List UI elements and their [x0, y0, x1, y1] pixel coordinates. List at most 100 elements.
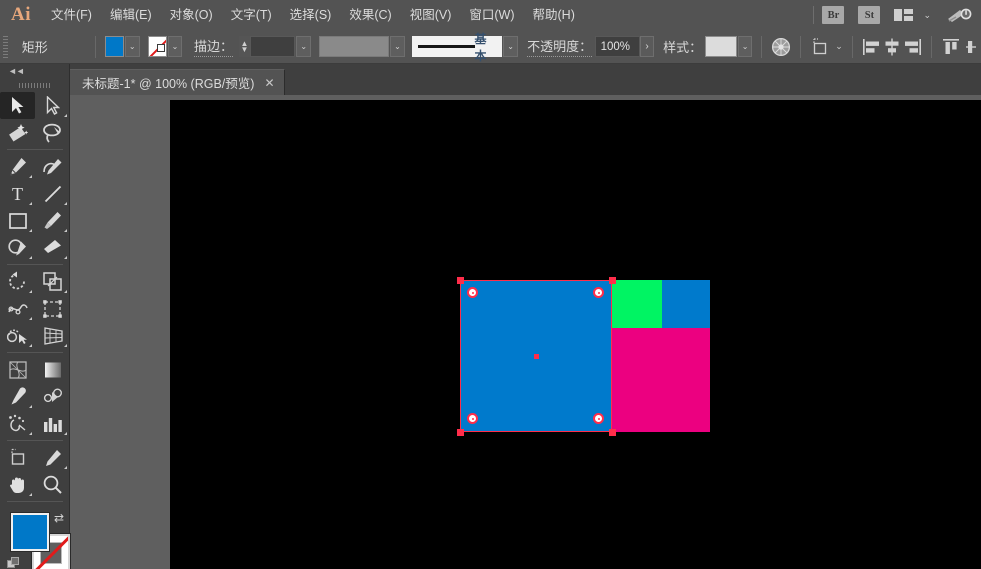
selected-object-type: 矩形 — [22, 37, 48, 56]
divider — [931, 36, 932, 58]
paintbrush-tool[interactable] — [35, 207, 70, 234]
menu-help[interactable]: 帮助(H) — [524, 0, 584, 30]
slice-tool[interactable] — [35, 444, 70, 471]
artboard-tool[interactable] — [0, 444, 35, 471]
menu-object[interactable]: 对象(O) — [161, 0, 222, 30]
rect-magenta[interactable] — [612, 328, 710, 432]
rect-blue-small[interactable] — [662, 280, 710, 328]
divider — [7, 264, 63, 265]
menu-type[interactable]: 文字(T) — [222, 0, 281, 30]
shape-builder-tool[interactable] — [0, 322, 35, 349]
transform-chevron-down-icon[interactable]: ⌄ — [835, 41, 843, 52]
stroke-weight-chevron-down-icon[interactable]: ⌄ — [296, 36, 311, 57]
stroke-weight-stepper[interactable]: ▲▼ — [239, 36, 250, 57]
direct-selection-tool[interactable] — [35, 92, 70, 119]
tools-panel-grip[interactable] — [0, 78, 69, 92]
rotate-tool[interactable] — [0, 268, 35, 295]
mesh-tool[interactable] — [0, 356, 35, 383]
zoom-tool[interactable] — [35, 471, 70, 498]
stroke-weight-input[interactable] — [250, 36, 296, 57]
tools-panel-collapse-button[interactable]: ◄◄ — [0, 64, 69, 78]
symbol-sprayer-tool[interactable] — [0, 410, 35, 437]
align-left-icon[interactable] — [862, 35, 882, 59]
stroke-profile-chevron-down-icon[interactable]: ⌄ — [503, 36, 518, 57]
tools-grid: T — [0, 92, 70, 505]
blend-tool[interactable] — [35, 383, 70, 410]
opacity-input[interactable]: 100% — [595, 36, 641, 57]
fill-color-swatch[interactable] — [105, 36, 124, 57]
align-top-icon[interactable] — [941, 35, 961, 59]
rect-blue-large[interactable] — [460, 280, 612, 432]
menu-window[interactable]: 窗口(W) — [460, 0, 523, 30]
arrange-chevron-down-icon[interactable]: ⌄ — [923, 10, 931, 21]
column-graph-tool[interactable] — [35, 410, 70, 437]
eyedropper-tool[interactable] — [0, 383, 35, 410]
variable-width-chevron-down-icon[interactable]: ⌄ — [390, 36, 405, 57]
document-tab-title: 未标题-1* @ 100% (RGB/预览) — [82, 73, 254, 92]
shaper-tool[interactable] — [0, 234, 35, 261]
bridge-button[interactable]: Br — [822, 6, 844, 24]
divider — [7, 149, 63, 150]
align-right-icon[interactable] — [902, 35, 922, 59]
svg-text:T: T — [12, 184, 23, 203]
divider — [761, 36, 762, 58]
free-transform-tool[interactable] — [35, 295, 70, 322]
fill-stroke-controls: ⇄ — [0, 509, 70, 569]
style-label: 样式： — [663, 37, 702, 56]
selection-tool[interactable] — [0, 92, 35, 119]
line-segment-tool[interactable] — [35, 180, 70, 207]
toolbar-fill-swatch[interactable] — [11, 513, 49, 551]
hand-tool[interactable] — [0, 471, 35, 498]
width-tool[interactable] — [0, 295, 35, 322]
document-tab-bar: 未标题-1* @ 100% (RGB/预览) ✕ — [0, 64, 981, 95]
eraser-tool[interactable] — [35, 234, 70, 261]
close-icon[interactable]: ✕ — [264, 77, 274, 89]
rocket-power-icon[interactable] — [947, 6, 973, 24]
stock-button[interactable]: St — [858, 6, 880, 24]
stroke-weight-label: 描边： — [194, 36, 233, 57]
magic-wand-tool[interactable] — [0, 119, 35, 146]
control-bar-grip[interactable] — [0, 30, 10, 64]
menu-item-list: 文件(F) 编辑(E) 对象(O) 文字(T) 选择(S) 效果(C) 视图(V… — [42, 0, 584, 30]
stroke-color-swatch[interactable] — [148, 36, 167, 57]
fill-dropdown-chevron-down-icon[interactable]: ⌄ — [125, 36, 140, 57]
divider — [813, 6, 814, 24]
stroke-profile-label: 基本 — [475, 30, 497, 64]
artboard[interactable] — [170, 100, 981, 569]
graphic-style-swatch[interactable] — [705, 36, 737, 57]
stroke-profile-selector[interactable]: 基本 — [412, 36, 502, 57]
illustrator-window: Ai 文件(F) 编辑(E) 对象(O) 文字(T) 选择(S) 效果(C) 视… — [0, 0, 981, 569]
document-tab[interactable]: 未标题-1* @ 100% (RGB/预览) ✕ — [70, 69, 285, 95]
recolor-artwork-icon[interactable] — [771, 35, 791, 59]
menu-edit[interactable]: 编辑(E) — [101, 0, 161, 30]
perspective-grid-tool[interactable] — [35, 322, 70, 349]
style-chevron-down-icon[interactable]: ⌄ — [738, 36, 753, 57]
canvas-workspace[interactable] — [70, 95, 981, 569]
menu-select[interactable]: 选择(S) — [281, 0, 341, 30]
stroke-dropdown-chevron-down-icon[interactable]: ⌄ — [168, 36, 183, 57]
lasso-tool[interactable] — [35, 119, 70, 146]
menu-effect[interactable]: 效果(C) — [340, 0, 400, 30]
pen-tool[interactable] — [0, 153, 35, 180]
opacity-more-chevron-right-icon[interactable]: › — [640, 36, 654, 57]
variable-width-profile-input[interactable] — [319, 36, 390, 57]
control-bar: 矩形 ⌄ ⌄ 描边： ▲▼ ⌄ ⌄ 基本 ⌄ 不透明度： 100% › 样式： — [0, 30, 981, 64]
gradient-tool[interactable] — [35, 356, 70, 383]
rect-green[interactable] — [612, 280, 662, 328]
scale-tool[interactable] — [35, 268, 70, 295]
divider — [7, 501, 63, 502]
transform-icon[interactable] — [810, 35, 830, 59]
swap-fill-stroke-icon[interactable]: ⇄ — [54, 511, 64, 525]
type-tool[interactable]: T — [0, 180, 35, 207]
align-horizontal-center-icon[interactable] — [882, 35, 902, 59]
menu-bar: Ai 文件(F) 编辑(E) 对象(O) 文字(T) 选择(S) 效果(C) 视… — [0, 0, 981, 30]
opacity-label: 不透明度： — [527, 36, 592, 57]
divider — [7, 440, 63, 441]
default-fill-stroke-icon[interactable] — [7, 557, 21, 569]
menu-view[interactable]: 视图(V) — [401, 0, 461, 30]
curvature-tool[interactable] — [35, 153, 70, 180]
menu-file[interactable]: 文件(F) — [42, 0, 101, 30]
arrange-documents-icon[interactable] — [894, 8, 914, 22]
rectangle-tool[interactable] — [0, 207, 35, 234]
align-vertical-center-icon[interactable] — [961, 35, 981, 59]
